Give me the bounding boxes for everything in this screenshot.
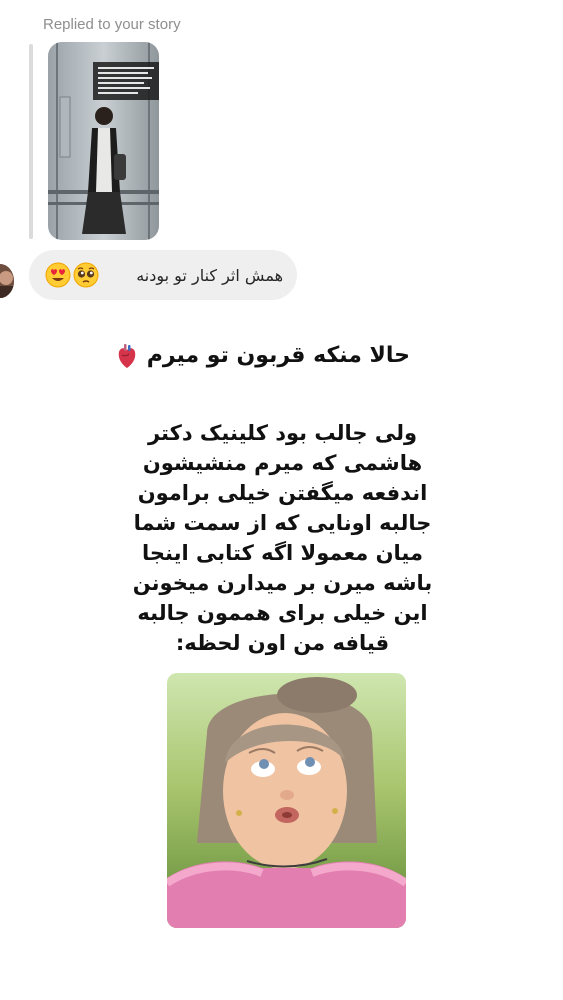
post-headline: حالا منکه قربون تو میرم xyxy=(117,338,410,378)
paragraph-line: باشه میرن بر میدارن میخونن xyxy=(132,571,433,595)
headline-text: حالا منکه قربون تو میرم xyxy=(146,343,410,368)
replied-to-story-label: Replied to your story xyxy=(43,16,181,33)
sender-avatar[interactable] xyxy=(0,264,14,298)
paragraph-line: میان معمولا اگه کتابی اینجا xyxy=(142,541,423,565)
story-photo-icon xyxy=(48,42,159,240)
pleading-face-icon xyxy=(73,262,99,288)
message-text: همش اثر کنار تو بودنه xyxy=(136,265,283,285)
anatomical-heart-icon xyxy=(117,343,137,369)
smiling-face-with-heart-eyes-icon xyxy=(45,262,71,288)
child-meme-photo-icon xyxy=(167,673,406,928)
meme-image[interactable] xyxy=(167,673,406,928)
reply-indicator-bar xyxy=(29,44,33,239)
paragraph-line: قیافه من اون لحظه: xyxy=(175,631,390,655)
message-bubble[interactable]: همش اثر کنار تو بودنه xyxy=(29,250,297,300)
paragraph-line: ولی جالب بود کلینیک دکتر xyxy=(147,421,418,445)
paragraph-line: هاشمی که میرم منشیشون xyxy=(142,451,423,475)
avatar-photo-icon xyxy=(0,264,14,298)
story-thumbnail[interactable] xyxy=(48,42,159,240)
paragraph-line: اندفعه میگفتن خیلی برامون xyxy=(137,481,428,505)
post-paragraph: ولی جالب بود کلینیک دکتر هاشمی که میرم م… xyxy=(110,418,455,658)
paragraph-line: جالبه اونایی که از سمت شما xyxy=(133,511,432,535)
paragraph-line: این خیلی برای هممون جالبه xyxy=(137,601,428,625)
